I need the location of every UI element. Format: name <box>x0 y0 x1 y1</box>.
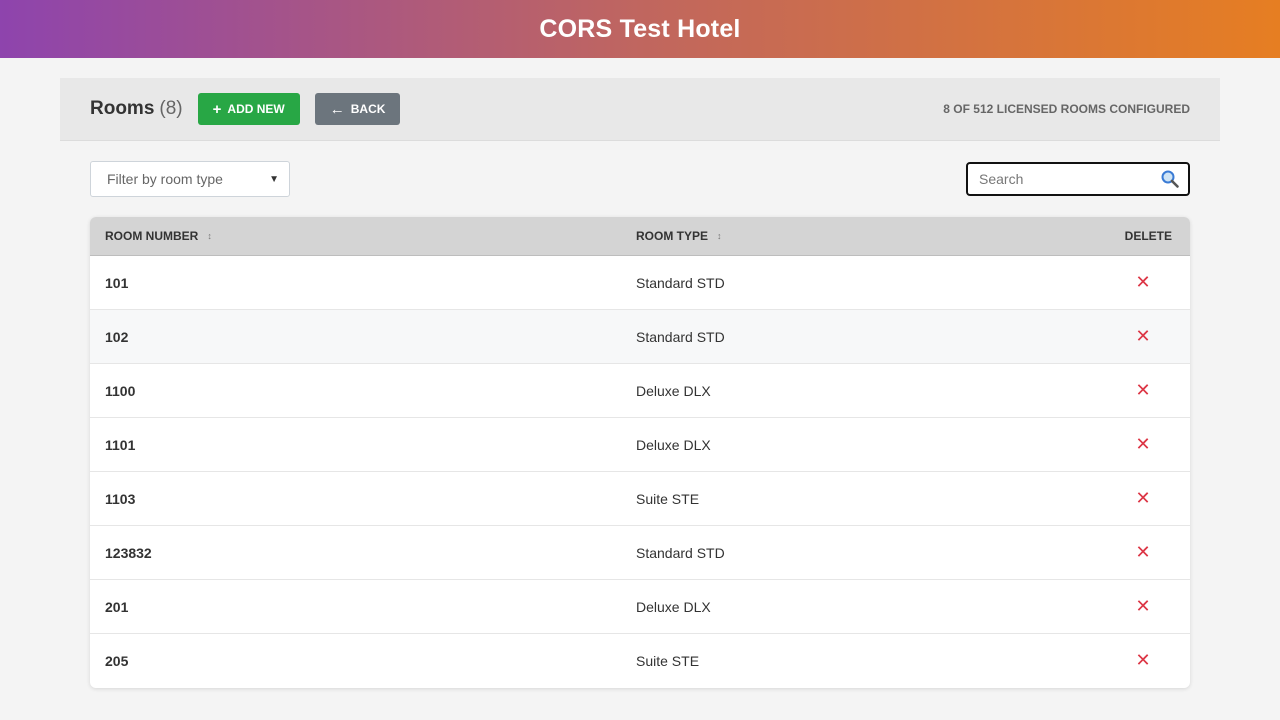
arrow-left-icon: ← <box>329 100 345 118</box>
room-number-cell: 1103 <box>105 490 136 507</box>
table-row: 1103 Suite STE ✕ <box>90 472 1190 526</box>
room-type-cell: Standard STD <box>636 328 725 345</box>
room-type-filter[interactable]: Filter by room type ▼ <box>90 161 290 197</box>
column-label-room-type: Room Type <box>636 229 709 243</box>
close-icon[interactable]: ✕ <box>1135 543 1150 562</box>
license-status: 8 of 512 licensed rooms configured <box>943 102 1190 116</box>
room-number-cell: 1101 <box>105 436 136 453</box>
column-label-delete: Delete <box>1124 229 1172 243</box>
close-icon[interactable]: ✕ <box>1135 597 1150 616</box>
room-type-cell: Deluxe DLX <box>636 598 711 615</box>
room-type-cell: Standard STD <box>636 274 725 291</box>
table-row: 201 Deluxe DLX ✕ <box>90 580 1190 634</box>
hotel-title: CORS Test Hotel <box>539 14 741 43</box>
room-type-cell: Standard STD <box>636 544 725 561</box>
table-row: 205 Suite STE ✕ <box>90 634 1190 688</box>
table-row: 1101 Deluxe DLX ✕ <box>90 418 1190 472</box>
search-icon[interactable] <box>1160 169 1180 189</box>
search-input[interactable] <box>979 171 1160 187</box>
filter-row: Filter by room type ▼ <box>90 161 1190 197</box>
add-new-label: Add New <box>227 102 285 116</box>
room-number-cell: 101 <box>105 274 129 291</box>
column-label-room-number: Room Number <box>105 229 199 243</box>
close-icon[interactable]: ✕ <box>1135 273 1150 292</box>
app-header: CORS Test Hotel <box>0 0 1280 58</box>
room-count: (8) <box>159 98 183 119</box>
room-type-cell: Suite STE <box>636 653 700 669</box>
room-type-cell: Deluxe DLX <box>636 436 711 453</box>
room-number-cell: 201 <box>105 598 129 615</box>
search-box[interactable] <box>966 162 1190 196</box>
column-header-room-type[interactable]: Room Type ↕ <box>636 229 1096 243</box>
rooms-toolbar: Rooms (8) + Add New ← Back 8 of 512 lice… <box>60 78 1220 141</box>
room-number-cell: 102 <box>105 328 129 345</box>
plus-icon: + <box>212 100 222 118</box>
column-header-delete: Delete <box>1096 229 1190 243</box>
room-type-cell: Suite STE <box>636 490 700 507</box>
add-new-button[interactable]: + Add New <box>197 93 300 125</box>
room-type-filter-value: Filter by room type <box>107 171 223 187</box>
room-type-cell: Deluxe DLX <box>636 382 711 399</box>
chevron-down-icon: ▼ <box>269 173 279 185</box>
page-title-text: Rooms <box>90 98 155 119</box>
room-number-cell: 123832 <box>105 544 152 561</box>
sort-icon[interactable]: ↕ <box>717 231 722 241</box>
table-header: Room Number ↕ Room Type ↕ Delete <box>90 217 1190 256</box>
close-icon[interactable]: ✕ <box>1135 381 1150 400</box>
back-button[interactable]: ← Back <box>314 93 401 125</box>
page-title: Rooms (8) <box>90 98 183 120</box>
close-icon[interactable]: ✕ <box>1135 652 1150 670</box>
table-row: 101 Standard STD ✕ <box>90 256 1190 310</box>
room-number-cell: 1100 <box>105 382 136 399</box>
table-row: 102 Standard STD ✕ <box>90 310 1190 364</box>
rooms-table: Room Number ↕ Room Type ↕ Delete 101 Sta… <box>90 217 1190 688</box>
back-label: Back <box>350 102 386 116</box>
close-icon[interactable]: ✕ <box>1135 327 1150 346</box>
sort-icon[interactable]: ↕ <box>207 231 212 241</box>
table-row: 123832 Standard STD ✕ <box>90 526 1190 580</box>
table-row: 1100 Deluxe DLX ✕ <box>90 364 1190 418</box>
room-number-cell: 205 <box>105 653 129 669</box>
close-icon[interactable]: ✕ <box>1135 489 1150 508</box>
column-header-room-number[interactable]: Room Number ↕ <box>90 229 636 243</box>
close-icon[interactable]: ✕ <box>1135 435 1150 454</box>
